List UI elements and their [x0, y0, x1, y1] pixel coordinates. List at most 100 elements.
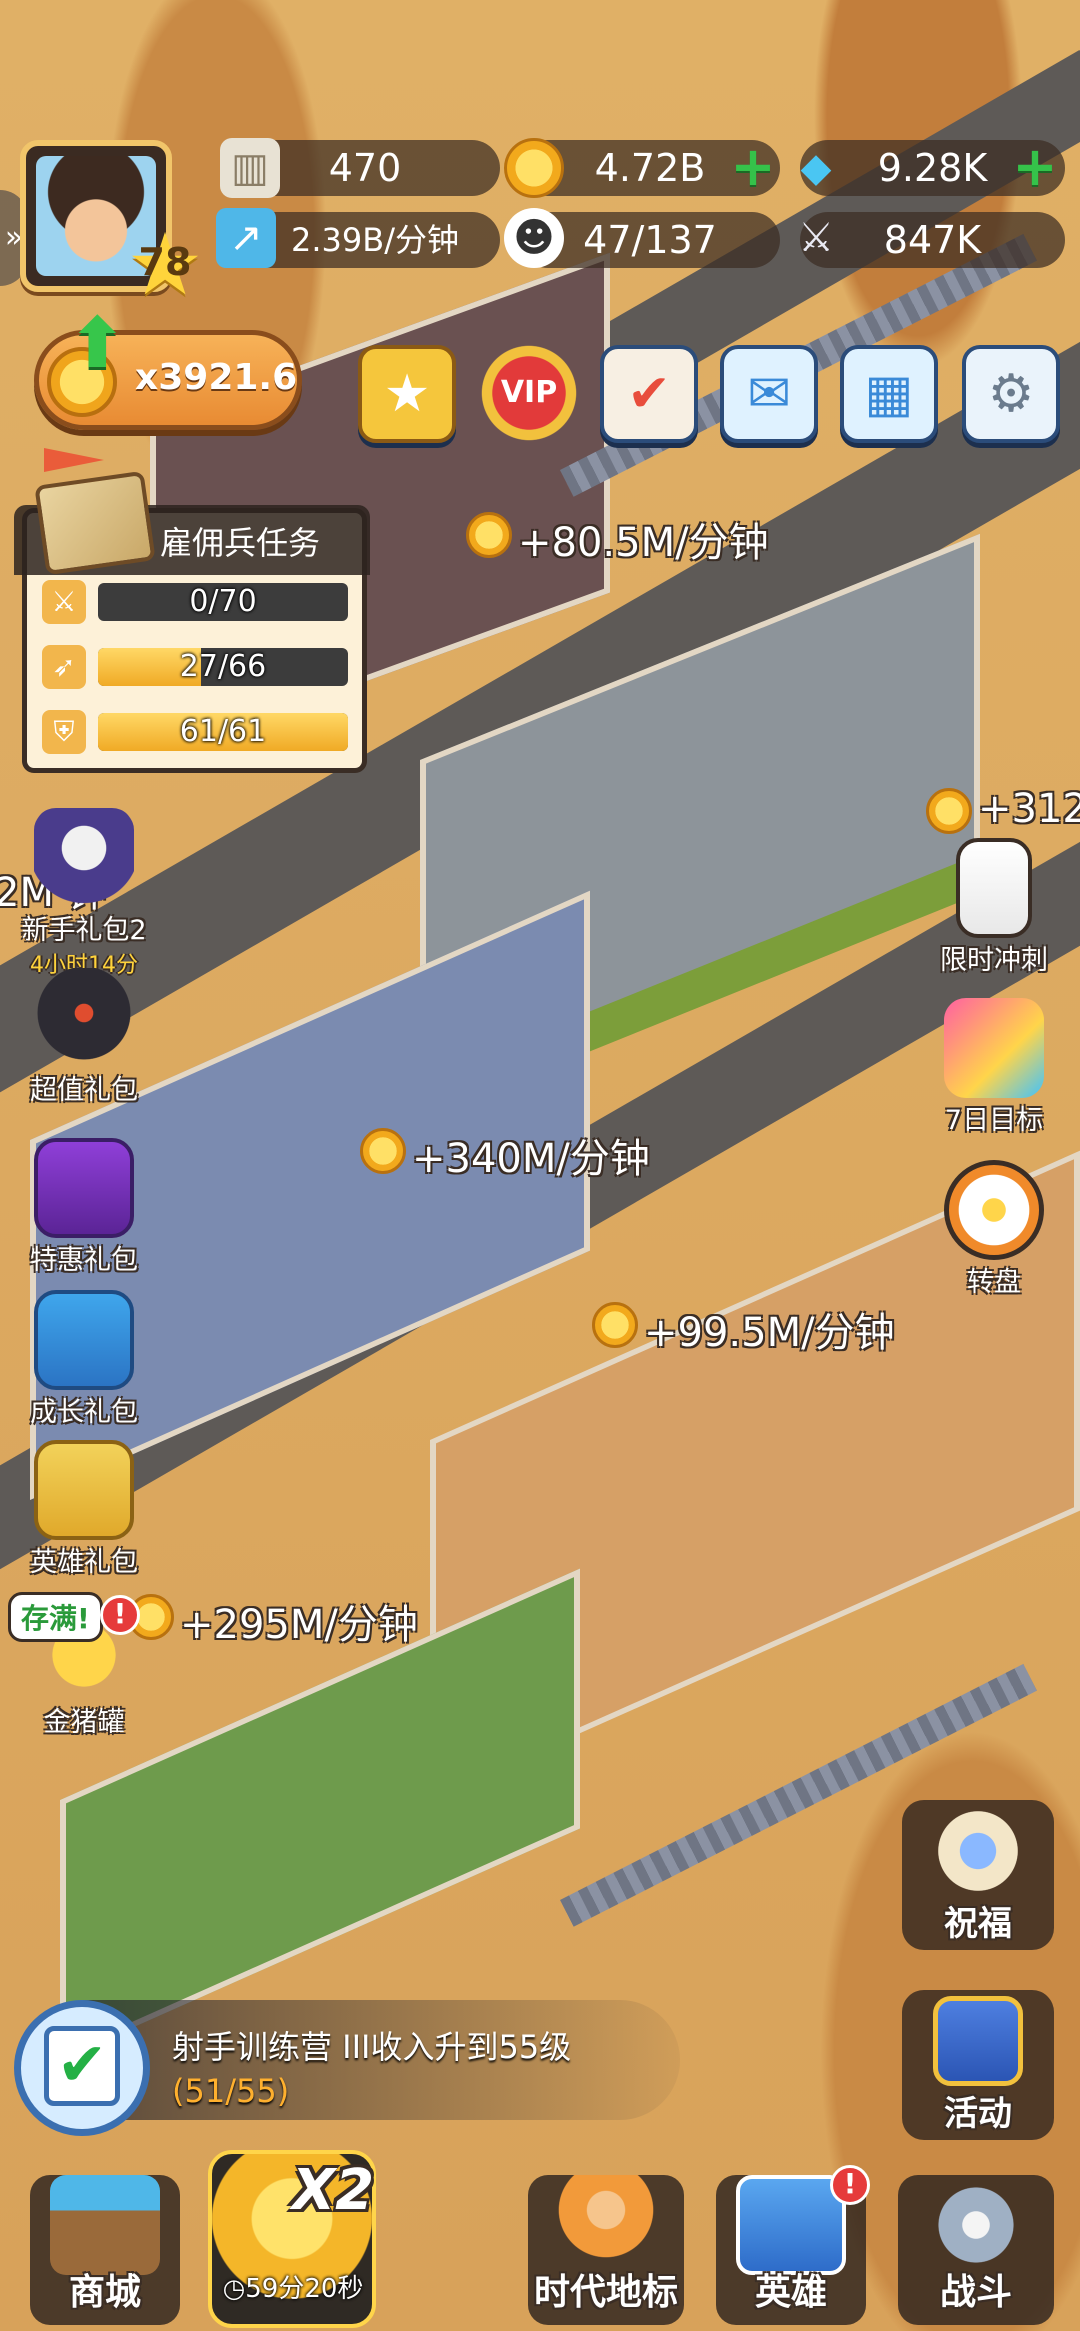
super-pack-button[interactable]: 超值礼包 — [14, 968, 154, 1107]
caveman-statue-icon — [551, 2175, 661, 2275]
gem-value: 9.28K — [877, 146, 988, 190]
task-progress-text: 0/70 — [189, 584, 257, 619]
task-progress-sword: 0/70 — [98, 583, 348, 621]
income-label-text: +80.5M/分钟 — [518, 520, 769, 566]
gift-bow-icon — [34, 1290, 134, 1390]
star-pass-button[interactable]: ★ — [358, 345, 456, 443]
wheel-button[interactable]: 转盘 — [924, 1160, 1064, 1299]
hero-gift-icon — [34, 1440, 134, 1540]
gift-box-icon — [34, 1138, 134, 1238]
task-progress-text: 61/61 — [179, 714, 267, 749]
calendar-check-icon: ✔ — [627, 364, 671, 424]
clipboard-check-icon: ✔ — [44, 2026, 120, 2106]
wheel-label: 转盘 — [967, 1267, 1021, 1298]
heroes-alert-badge: ! — [830, 2165, 870, 2205]
growth-pack-button[interactable]: 成长礼包 — [14, 1290, 154, 1429]
shop-stall-icon — [50, 2175, 160, 2275]
events-button[interactable]: 活动 — [902, 1990, 1054, 2140]
task-progress-shield: 61/61 — [98, 713, 348, 751]
event-shield-icon — [933, 1996, 1023, 2086]
wizard-icon — [34, 808, 134, 908]
hero-card-icon — [736, 2175, 846, 2275]
hero-pack-button[interactable]: 英雄礼包 — [14, 1440, 154, 1579]
x2-timer: ◷59分20秒 — [212, 2268, 374, 2305]
seven-day-goal-label: 7日目标 — [944, 1105, 1044, 1136]
shop-button[interactable]: 商城 — [30, 2175, 180, 2325]
battle-button[interactable]: 战斗 — [898, 2175, 1054, 2325]
blessing-button[interactable]: 祝福 — [902, 1800, 1054, 1950]
relic-value: 470 — [328, 146, 402, 190]
gear-icon: ⚙ — [987, 364, 1035, 424]
quest-progress: (51/55) — [172, 2072, 290, 2110]
newbie-pack-button[interactable]: 新手礼包2 4小时14分 — [14, 808, 154, 979]
heroes-label: 英雄 — [754, 2272, 827, 2313]
vip-icon: VIP — [500, 375, 558, 410]
add-coins-button[interactable]: + — [730, 140, 776, 194]
growth-button[interactable]: ▦ — [840, 345, 938, 443]
power-value: 847K — [883, 218, 982, 262]
clipboard-icon — [956, 838, 1032, 938]
task-progress-text: 27/66 — [179, 649, 267, 684]
player-level: 78 — [138, 240, 192, 284]
landmark-label: 时代地标 — [533, 2272, 678, 2313]
vip-button[interactable]: VIP — [470, 338, 588, 448]
winged-crest-icon — [933, 1806, 1023, 1896]
limited-sprint-label: 限时冲刺 — [940, 945, 1048, 976]
skull-icon: ☻ — [504, 208, 564, 268]
super-pack-label: 超值礼包 — [30, 1075, 138, 1106]
income-up-icon: ↗ — [216, 208, 276, 268]
seven-day-goal-button[interactable]: 7日目标 — [924, 998, 1064, 1137]
diamond-icon: ◆ — [800, 145, 832, 191]
mercenary-task-title: 雇佣兵任务 — [160, 524, 321, 562]
coin-icon — [504, 138, 564, 198]
crossed-swords-icon: ⚔ — [798, 215, 834, 261]
spin-wheel-icon — [944, 1160, 1044, 1260]
income-multiplier: x3921.6 — [135, 357, 298, 398]
piggy-bank-label: 金猪罐 — [43, 1707, 125, 1738]
coin-icon — [926, 788, 972, 834]
shield-icon: ⛨ — [42, 710, 86, 754]
coin-value: 4.72B — [594, 146, 706, 190]
income-label-text: +340M/分钟 — [412, 1136, 650, 1182]
task-progress-bow: 27/66 — [98, 648, 348, 686]
special-pack-button[interactable]: 特惠礼包 — [14, 1138, 154, 1277]
pillar-icon: ▥ — [220, 138, 280, 198]
add-gems-button[interactable]: + — [1012, 140, 1058, 194]
hero-pack-label: 英雄礼包 — [30, 1547, 138, 1578]
coin-icon — [592, 1302, 638, 1348]
income-label-text: +99.5M/分钟 — [644, 1310, 895, 1356]
growth-pack-label: 成长礼包 — [30, 1397, 138, 1428]
clock-icon: ◷ — [222, 2274, 246, 2304]
alert-badge: ! — [100, 1595, 140, 1635]
events-label: 活动 — [944, 2094, 1012, 2134]
piggy-full-text: 存满! — [21, 1602, 90, 1635]
bow-icon: ➶ — [42, 645, 86, 689]
sword-icon: ⚔ — [42, 580, 86, 624]
party-hat-icon — [944, 998, 1044, 1098]
population-value: 47/137 — [583, 218, 717, 262]
income-rate-value: 2.39B/分钟 — [291, 221, 459, 259]
income-label-text: +312 — [978, 786, 1080, 832]
special-pack-label: 特惠礼包 — [30, 1245, 138, 1276]
coin-icon — [466, 512, 512, 558]
shop-label: 商城 — [68, 2272, 141, 2313]
settings-button[interactable]: ⚙ — [962, 345, 1060, 443]
mail-button[interactable]: ✉ — [720, 345, 818, 443]
income-label-text: +295M/分钟 — [180, 1602, 418, 1648]
x2-timer-text: 59分20秒 — [245, 2274, 364, 2304]
x2-label: X2 — [292, 2158, 375, 2223]
limited-sprint-button[interactable]: 限时冲刺 — [924, 838, 1064, 977]
quest-description: 射手训练营 III收入升到55级 — [172, 2028, 572, 2066]
growth-chart-icon: ▦ — [864, 364, 914, 424]
upgrade-arrow-icon: ⬆ — [68, 302, 127, 384]
calendar-button[interactable]: ✔ — [600, 345, 698, 443]
piggy-full-badge: 存满! — [8, 1592, 103, 1642]
dark-helmet-icon — [34, 968, 134, 1068]
blessing-label: 祝福 — [944, 1904, 1012, 1944]
map-icon — [34, 470, 156, 576]
crossed-swords-icon — [921, 2175, 1031, 2275]
battle-label: 战斗 — [939, 2272, 1012, 2313]
landmark-button[interactable]: 时代地标 — [528, 2175, 684, 2325]
star-pass-icon: ★ — [383, 364, 431, 424]
newbie-pack-label: 新手礼包2 — [21, 915, 147, 946]
